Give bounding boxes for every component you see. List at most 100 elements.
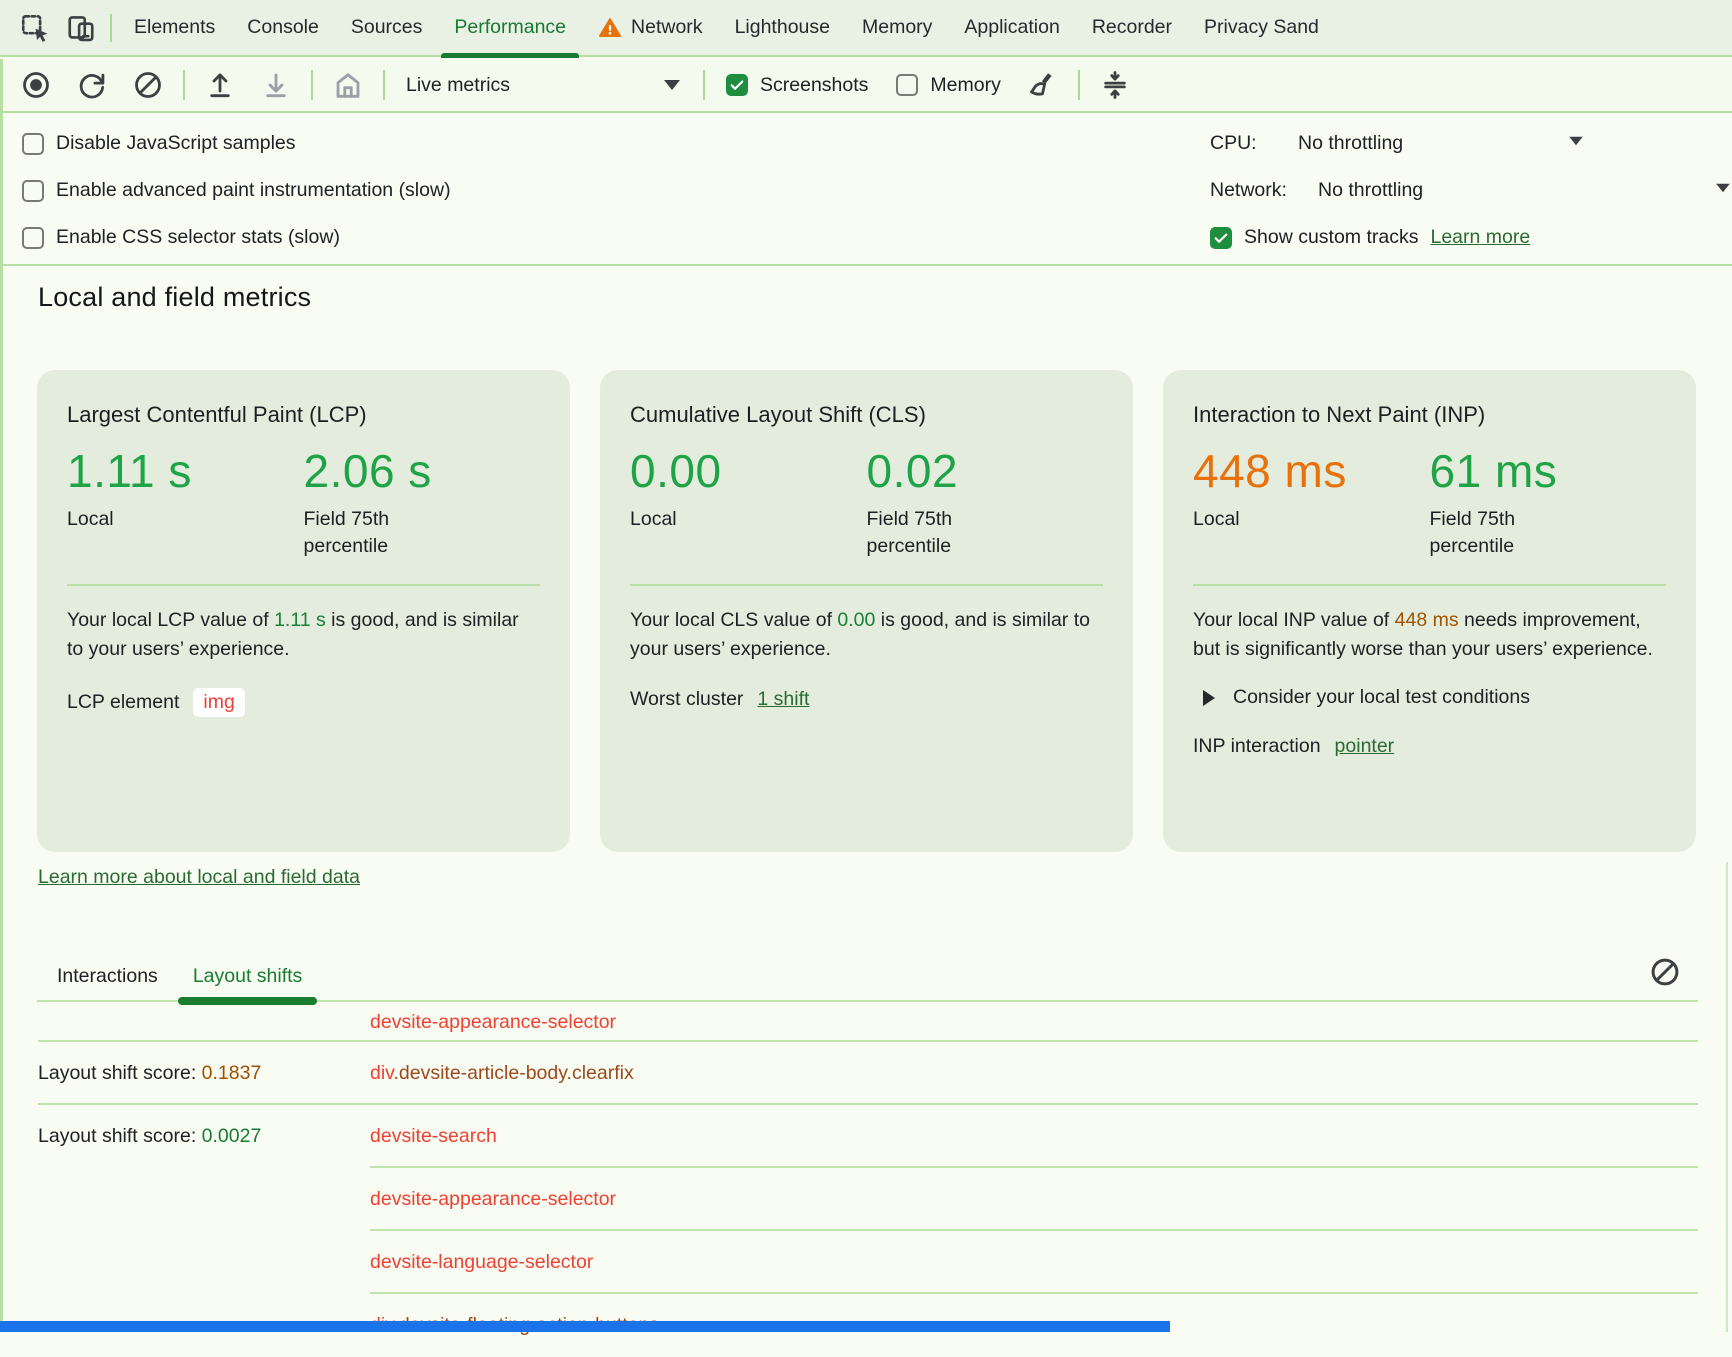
collapse-panel-icon[interactable] [1089, 63, 1141, 107]
memory-checkbox-row[interactable]: Memory [884, 74, 1012, 97]
table-row[interactable]: Layout shift score: 0.0027 devsite-searc… [38, 1105, 1698, 1168]
device-toolbar-icon[interactable] [58, 5, 104, 51]
tab-label: Network [631, 16, 703, 39]
lcp-description: Your local LCP value of 1.11 s is good, … [67, 606, 540, 664]
inp-desc-prefix: Your local INP value of [1193, 609, 1395, 631]
cls-local-label: Local [630, 506, 760, 533]
save-profile-button[interactable] [250, 63, 302, 107]
cls-card-title: Cumulative Layout Shift (CLS) [630, 402, 1103, 428]
advanced-paint-checkbox[interactable] [22, 180, 44, 202]
css-selector-stats-row[interactable]: Enable CSS selector stats (slow) [22, 214, 451, 261]
screenshots-checkbox-row[interactable]: Screenshots [714, 74, 880, 97]
disable-js-samples-label: Disable JavaScript samples [56, 132, 296, 155]
lcp-field-label: Field 75th percentile [304, 506, 434, 560]
tab-layout-shifts[interactable]: Layout shifts [178, 952, 317, 1000]
score-value: 0.0027 [202, 1125, 262, 1147]
load-profile-button[interactable] [194, 63, 246, 107]
disable-js-samples-checkbox[interactable] [22, 133, 44, 155]
network-throttling-row: Network: No throttling [1210, 167, 1732, 214]
shift-element-cell: div.devsite-article-body.clearfix [370, 1062, 634, 1085]
tab-sources[interactable]: Sources [335, 0, 439, 56]
cpu-throttling-select[interactable]: No throttling [1298, 132, 1403, 155]
cls-worst-cluster-label: Worst cluster [630, 688, 743, 711]
card-divider [67, 584, 540, 586]
custom-tracks-checkbox[interactable] [1210, 227, 1232, 249]
element-link[interactable]: devsite-search [370, 1125, 497, 1147]
inp-desc-value: 448 ms [1395, 609, 1459, 631]
tab-label: Sources [351, 16, 423, 39]
disable-js-samples-row[interactable]: Disable JavaScript samples [22, 120, 451, 167]
advanced-paint-row[interactable]: Enable advanced paint instrumentation (s… [22, 167, 451, 214]
tab-console[interactable]: Console [231, 0, 335, 56]
tab-performance[interactable]: Performance [438, 0, 582, 56]
inp-local-value: 448 ms [1193, 444, 1430, 498]
panel-mode-select[interactable]: Live metrics [394, 63, 694, 107]
learn-more-local-field-link[interactable]: Learn more about local and field data [38, 866, 360, 889]
element-link[interactable]: devsite-appearance-selector [370, 1188, 616, 1210]
chevron-down-icon[interactable] [1716, 184, 1730, 193]
cls-desc-prefix: Your local CLS value of [630, 609, 837, 631]
element-link[interactable]: div [370, 1062, 393, 1084]
custom-tracks-learn-more-link[interactable]: Learn more [1430, 226, 1530, 249]
css-selector-stats-checkbox[interactable] [22, 227, 44, 249]
inp-local-conditions-disclosure[interactable]: Consider your local test conditions [1193, 686, 1666, 709]
cls-card: Cumulative Layout Shift (CLS) 0.00 Local… [600, 370, 1133, 852]
logs-tabbar: Interactions Layout shifts [37, 940, 1698, 1002]
page-title: Local and field metrics [38, 282, 311, 313]
table-row[interactable]: devsite-language-selector [38, 1231, 1698, 1294]
table-row[interactable]: devsite-appearance-selector [38, 1168, 1698, 1231]
clear-log-icon[interactable] [1648, 955, 1682, 989]
tab-elements[interactable]: Elements [118, 0, 231, 56]
tab-recorder[interactable]: Recorder [1076, 0, 1188, 56]
inp-field-value: 61 ms [1430, 444, 1667, 498]
memory-label: Memory [930, 74, 1000, 97]
inp-card-title: Interaction to Next Paint (INP) [1193, 402, 1666, 428]
chevron-down-icon[interactable] [1569, 137, 1583, 146]
inp-field-label: Field 75th percentile [1430, 506, 1560, 560]
tab-application[interactable]: Application [948, 0, 1075, 56]
shift-element-cell: devsite-appearance-selector [370, 1188, 616, 1211]
cls-field-label: Field 75th percentile [867, 506, 997, 560]
layout-shift-list: devsite-appearance-selector Layout shift… [38, 1002, 1698, 1357]
advanced-paint-label: Enable advanced paint instrumentation (s… [56, 179, 451, 202]
clear-button[interactable] [122, 63, 174, 107]
cls-description: Your local CLS value of 0.00 is good, an… [630, 606, 1103, 664]
memory-checkbox[interactable] [896, 74, 918, 96]
tab-label: Recorder [1092, 16, 1172, 39]
metric-cards: Largest Contentful Paint (LCP) 1.11 s Lo… [37, 370, 1696, 852]
lcp-element-link[interactable]: img [193, 688, 244, 717]
score-label: Layout shift score: [38, 1125, 202, 1147]
toolbar-separator [1078, 70, 1080, 100]
tab-privacy-sandbox[interactable]: Privacy Sand [1188, 0, 1335, 56]
home-button[interactable] [322, 63, 374, 107]
collect-garbage-icon[interactable] [1017, 63, 1069, 107]
reload-and-record-button[interactable] [66, 63, 118, 107]
record-button[interactable] [10, 63, 62, 107]
score-value: 0.1837 [202, 1062, 262, 1084]
inspect-element-icon[interactable] [12, 5, 58, 51]
card-divider [630, 584, 1103, 586]
chevron-down-icon [664, 80, 680, 90]
tab-label: Layout shifts [193, 965, 302, 988]
table-row[interactable]: devsite-appearance-selector [38, 1002, 1698, 1042]
toolbar-separator [383, 70, 385, 100]
screenshots-checkbox[interactable] [726, 74, 748, 96]
shift-element-cell: devsite-appearance-selector [370, 1011, 616, 1034]
element-link[interactable]: devsite-language-selector [370, 1251, 593, 1273]
element-link-rest[interactable]: .devsite-article-body.clearfix [393, 1062, 633, 1084]
cls-desc-value: 0.00 [837, 609, 875, 631]
inp-interaction-link[interactable]: pointer [1335, 735, 1395, 758]
element-link[interactable]: devsite-appearance-selector [370, 1011, 616, 1033]
inp-description: Your local INP value of 448 ms needs imp… [1193, 606, 1666, 664]
tab-interactions[interactable]: Interactions [42, 952, 173, 1000]
tab-lighthouse[interactable]: Lighthouse [719, 0, 846, 56]
screenshots-label: Screenshots [760, 74, 868, 97]
cls-worst-cluster-link[interactable]: 1 shift [757, 688, 809, 711]
panel-left-border [0, 59, 3, 1332]
card-divider [1193, 584, 1666, 586]
tab-memory[interactable]: Memory [846, 0, 948, 56]
network-throttling-select[interactable]: No throttling [1318, 179, 1423, 202]
table-row[interactable]: Layout shift score: 0.1837 div.devsite-a… [38, 1042, 1698, 1105]
tab-network[interactable]: Network [582, 0, 719, 56]
score-label: Layout shift score: [38, 1062, 202, 1084]
